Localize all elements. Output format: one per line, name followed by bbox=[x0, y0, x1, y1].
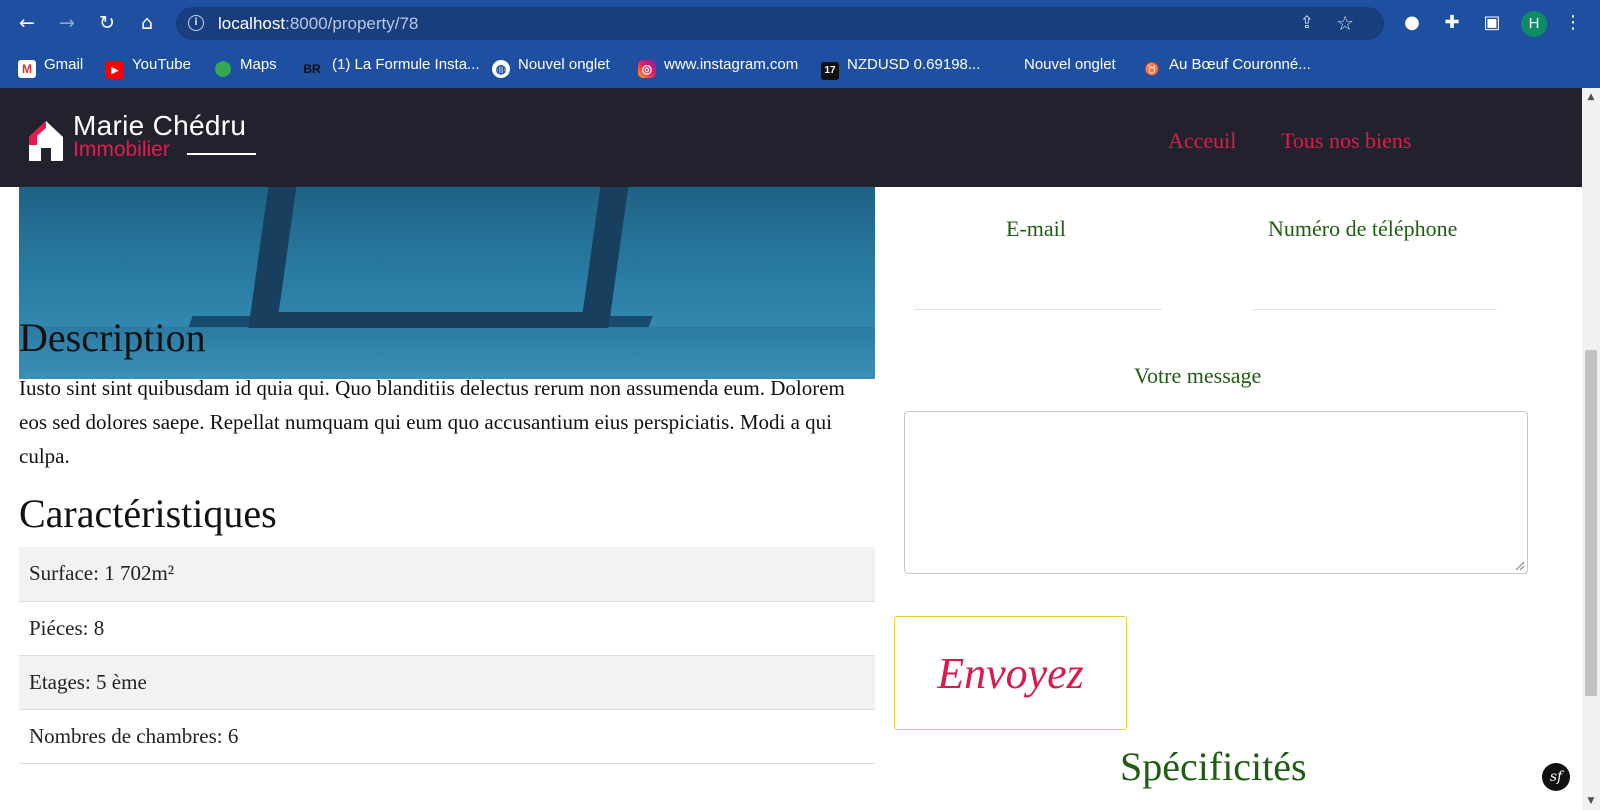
specifications-heading: Spécificités bbox=[1120, 744, 1307, 789]
back-icon[interactable]: ← bbox=[14, 10, 40, 36]
table-row: Piéces: 8 bbox=[19, 601, 875, 656]
email-label: E-mail bbox=[1006, 216, 1066, 241]
bookmark-nouvel-onglet-2[interactable]: ☺ Nouvel onglet bbox=[998, 50, 1116, 80]
logo-underline bbox=[187, 153, 256, 155]
site-header: Marie Chédru Immobilier Acceuil Tous nos… bbox=[0, 88, 1582, 187]
forward-icon[interactable]: → bbox=[54, 10, 80, 36]
address-bar[interactable]: i localhost:8000/property/78 ⇪ ☆ bbox=[176, 7, 1384, 40]
bookmark-nzdusd[interactable]: 17 NZDUSD 0.69198... bbox=[821, 50, 980, 80]
bookmark-nouvel-onglet[interactable]: ◍ Nouvel onglet bbox=[492, 50, 610, 80]
share-icon[interactable]: ⇪ bbox=[1300, 13, 1314, 33]
email-field[interactable] bbox=[914, 309, 1162, 310]
home-icon[interactable]: ⌂ bbox=[134, 10, 160, 36]
characteristic-cell: Piéces: 8 bbox=[19, 601, 875, 656]
characteristic-cell: Surface: 1 702m² bbox=[19, 547, 875, 602]
bull-icon: ♉ bbox=[1144, 62, 1160, 76]
description-heading: Description bbox=[19, 315, 206, 360]
bookmark-label: Nouvel onglet bbox=[518, 56, 610, 73]
url-host: localhost bbox=[218, 14, 286, 33]
scroll-down-arrow-icon[interactable]: ▼ bbox=[1582, 792, 1600, 810]
instagram-icon: ◎ bbox=[638, 60, 656, 78]
characteristic-cell: Nombres de chambres: 6 bbox=[19, 709, 875, 764]
message-textarea[interactable] bbox=[904, 411, 1528, 574]
side-panel-icon[interactable]: ▣ bbox=[1479, 10, 1505, 36]
bookmark-formule[interactable]: BR (1) La Formule Insta... bbox=[300, 50, 480, 80]
send-button-label: Envoyez bbox=[937, 649, 1084, 698]
url-path: :8000/property/78 bbox=[285, 14, 419, 33]
scrollbar-thumb[interactable] bbox=[1585, 350, 1597, 696]
site-info-icon[interactable]: i bbox=[188, 15, 204, 31]
characteristics-table: Surface: 1 702m² Piéces: 8 Etages: 5 ème… bbox=[19, 547, 875, 764]
maps-icon: ⬤ bbox=[214, 60, 232, 77]
extensions-puzzle-icon[interactable]: ✚ bbox=[1439, 10, 1465, 36]
table-row: Surface: 1 702m² bbox=[19, 547, 875, 602]
phone-label: Numéro de téléphone bbox=[1268, 216, 1458, 241]
bookmark-label: Nouvel onglet bbox=[1024, 56, 1116, 73]
menu-kebab-icon[interactable]: ⋮ bbox=[1560, 10, 1586, 36]
bookmark-label: Maps bbox=[240, 56, 277, 73]
bookmark-label: www.instagram.com bbox=[664, 56, 799, 73]
reload-icon[interactable]: ↻ bbox=[94, 10, 120, 36]
page-viewport: Marie Chédru Immobilier Acceuil Tous nos… bbox=[0, 88, 1582, 810]
nav-link-tous-nos-biens[interactable]: Tous nos biens bbox=[1281, 128, 1411, 154]
bookmark-gmail[interactable]: M Gmail bbox=[18, 50, 83, 80]
bookmark-label: Gmail bbox=[44, 56, 84, 73]
bookmark-boeuf[interactable]: ♉ Au Bœuf Couronné... bbox=[1143, 50, 1311, 80]
send-button[interactable]: Envoyez bbox=[894, 616, 1127, 730]
extension-orb-icon[interactable]: ● bbox=[1399, 10, 1425, 36]
characteristic-cell: Etages: 5 ème bbox=[19, 655, 875, 710]
logo-subtitle[interactable]: Immobilier bbox=[73, 138, 170, 162]
resize-handle-icon[interactable] bbox=[1515, 561, 1525, 571]
phone-field[interactable] bbox=[1252, 309, 1497, 310]
scroll-up-arrow-icon[interactable]: ▲ bbox=[1582, 88, 1600, 106]
bookmark-star-icon[interactable]: ☆ bbox=[1336, 11, 1354, 35]
bookmark-instagram[interactable]: ◎ www.instagram.com bbox=[638, 50, 798, 80]
gmail-icon: M bbox=[18, 60, 36, 78]
symfony-toolbar-icon[interactable]: sf bbox=[1542, 763, 1570, 791]
browser-chrome: ← → ↻ ⌂ i localhost:8000/property/78 ⇪ ☆… bbox=[0, 0, 1600, 88]
characteristics-heading: Caractéristiques bbox=[19, 491, 277, 536]
bookmarks-bar: M Gmail ▶ YouTube ⬤ Maps BR (1) La Formule I… bbox=[0, 50, 1600, 80]
youtube-icon: ▶ bbox=[106, 61, 124, 79]
bookmark-label: NZDUSD 0.69198... bbox=[847, 56, 981, 73]
bookmark-youtube[interactable]: ▶ YouTube bbox=[106, 50, 191, 80]
profile-avatar[interactable]: H bbox=[1521, 11, 1547, 37]
page-scrollbar[interactable]: ▲ ▼ bbox=[1582, 88, 1600, 810]
globe-icon: ◍ bbox=[492, 60, 510, 78]
description-text: Iusto sint sint quibusdam id quia qui. Q… bbox=[19, 376, 845, 468]
br-icon: BR bbox=[303, 62, 321, 76]
table-row: Nombres de chambres: 6 bbox=[19, 709, 875, 764]
table-row: Etages: 5 ème bbox=[19, 655, 875, 710]
bookmark-maps[interactable]: ⬤ Maps bbox=[214, 50, 277, 80]
ghost-icon: ☺ bbox=[1000, 62, 1014, 76]
nav-link-accueil[interactable]: Acceuil bbox=[1168, 128, 1236, 154]
photo-detail bbox=[248, 178, 630, 328]
tradingview-icon: 17 bbox=[821, 62, 839, 80]
house-logo-icon[interactable] bbox=[27, 119, 65, 161]
bookmark-label: (1) La Formule Insta... bbox=[332, 56, 480, 73]
bookmark-label: Au Bœuf Couronné... bbox=[1169, 56, 1311, 73]
url-text[interactable]: localhost:8000/property/78 bbox=[218, 7, 418, 40]
message-label: Votre message bbox=[1134, 363, 1262, 388]
bookmark-label: YouTube bbox=[132, 56, 191, 73]
browser-toolbar: ← → ↻ ⌂ i localhost:8000/property/78 ⇪ ☆… bbox=[0, 0, 1600, 46]
